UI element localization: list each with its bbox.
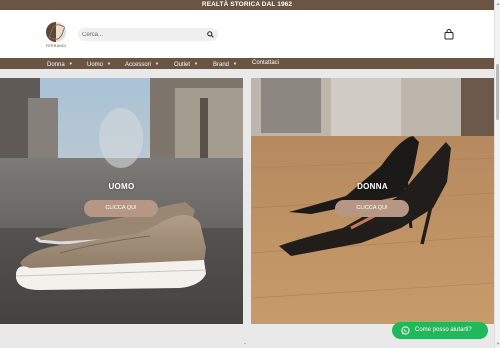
- site-header: FERRANDI: [0, 10, 494, 58]
- nav-item-accessori[interactable]: Accessori ▼: [125, 58, 159, 69]
- nav-item-donna[interactable]: Donna ▼: [47, 58, 73, 69]
- nav-item-uomo[interactable]: Uomo ▼: [87, 58, 111, 69]
- logo[interactable]: FERRANDI: [44, 22, 68, 56]
- scrollbar-thumb[interactable]: [496, 64, 499, 120]
- search-input[interactable]: [82, 28, 202, 41]
- category-title: DONNA: [357, 182, 388, 191]
- whatsapp-icon: [401, 326, 410, 335]
- category-title: UOMO: [108, 182, 135, 191]
- category-card-uomo[interactable]: UOMO CLICCA QUI: [0, 78, 243, 324]
- nav-item-brand[interactable]: Brand ▼: [213, 58, 237, 69]
- shopping-bag-icon[interactable]: [444, 29, 454, 40]
- search-bar: [78, 28, 218, 41]
- nav-item-label: Outlet: [174, 62, 191, 68]
- logo-mark: [46, 22, 66, 42]
- whatsapp-label: Come posso aiutarti?: [415, 327, 472, 333]
- chevron-down-icon: ⌄: [243, 340, 248, 346]
- category-card-donna[interactable]: DONNA CLICCA QUI: [251, 78, 494, 324]
- whatsapp-chat-button[interactable]: Come posso aiutarti?: [392, 322, 488, 339]
- chevron-down-icon: ▼: [233, 61, 237, 66]
- page-scrollbar[interactable]: ▲ ▼: [494, 0, 500, 348]
- nav-item-label: Uomo: [87, 62, 104, 68]
- nav-item-label: Brand: [213, 62, 230, 68]
- nav-item-label: Accessori: [125, 62, 152, 68]
- nav-item-label: Donna: [47, 62, 65, 68]
- nav-item-outlet[interactable]: Outlet ▼: [174, 58, 198, 69]
- logo-text: FERRANDI: [46, 44, 66, 48]
- nav-item-label: Contattaci: [252, 60, 280, 66]
- search-icon[interactable]: [207, 31, 214, 38]
- cta-button-uomo[interactable]: CLICCA QUI: [84, 200, 158, 217]
- chevron-down-icon: ▼: [194, 61, 198, 66]
- chevron-down-icon: ▼: [107, 61, 111, 66]
- cta-button-donna[interactable]: CLICCA QUI: [335, 200, 409, 217]
- main-navigation: Donna ▼ Uomo ▼ Accessori ▼ Outlet ▼ Brand ▼ C…: [0, 58, 494, 69]
- nav-item-contattaci[interactable]: Contattaci: [252, 58, 279, 69]
- announcement-bar: REALTÀ STORICA DAL 1962: [0, 0, 494, 10]
- scroll-up-icon[interactable]: ▲: [496, 1, 500, 6]
- chevron-down-icon: ▼: [68, 61, 73, 66]
- scroll-down-icon[interactable]: ▼: [496, 341, 500, 346]
- chevron-down-icon: ▼: [155, 61, 159, 66]
